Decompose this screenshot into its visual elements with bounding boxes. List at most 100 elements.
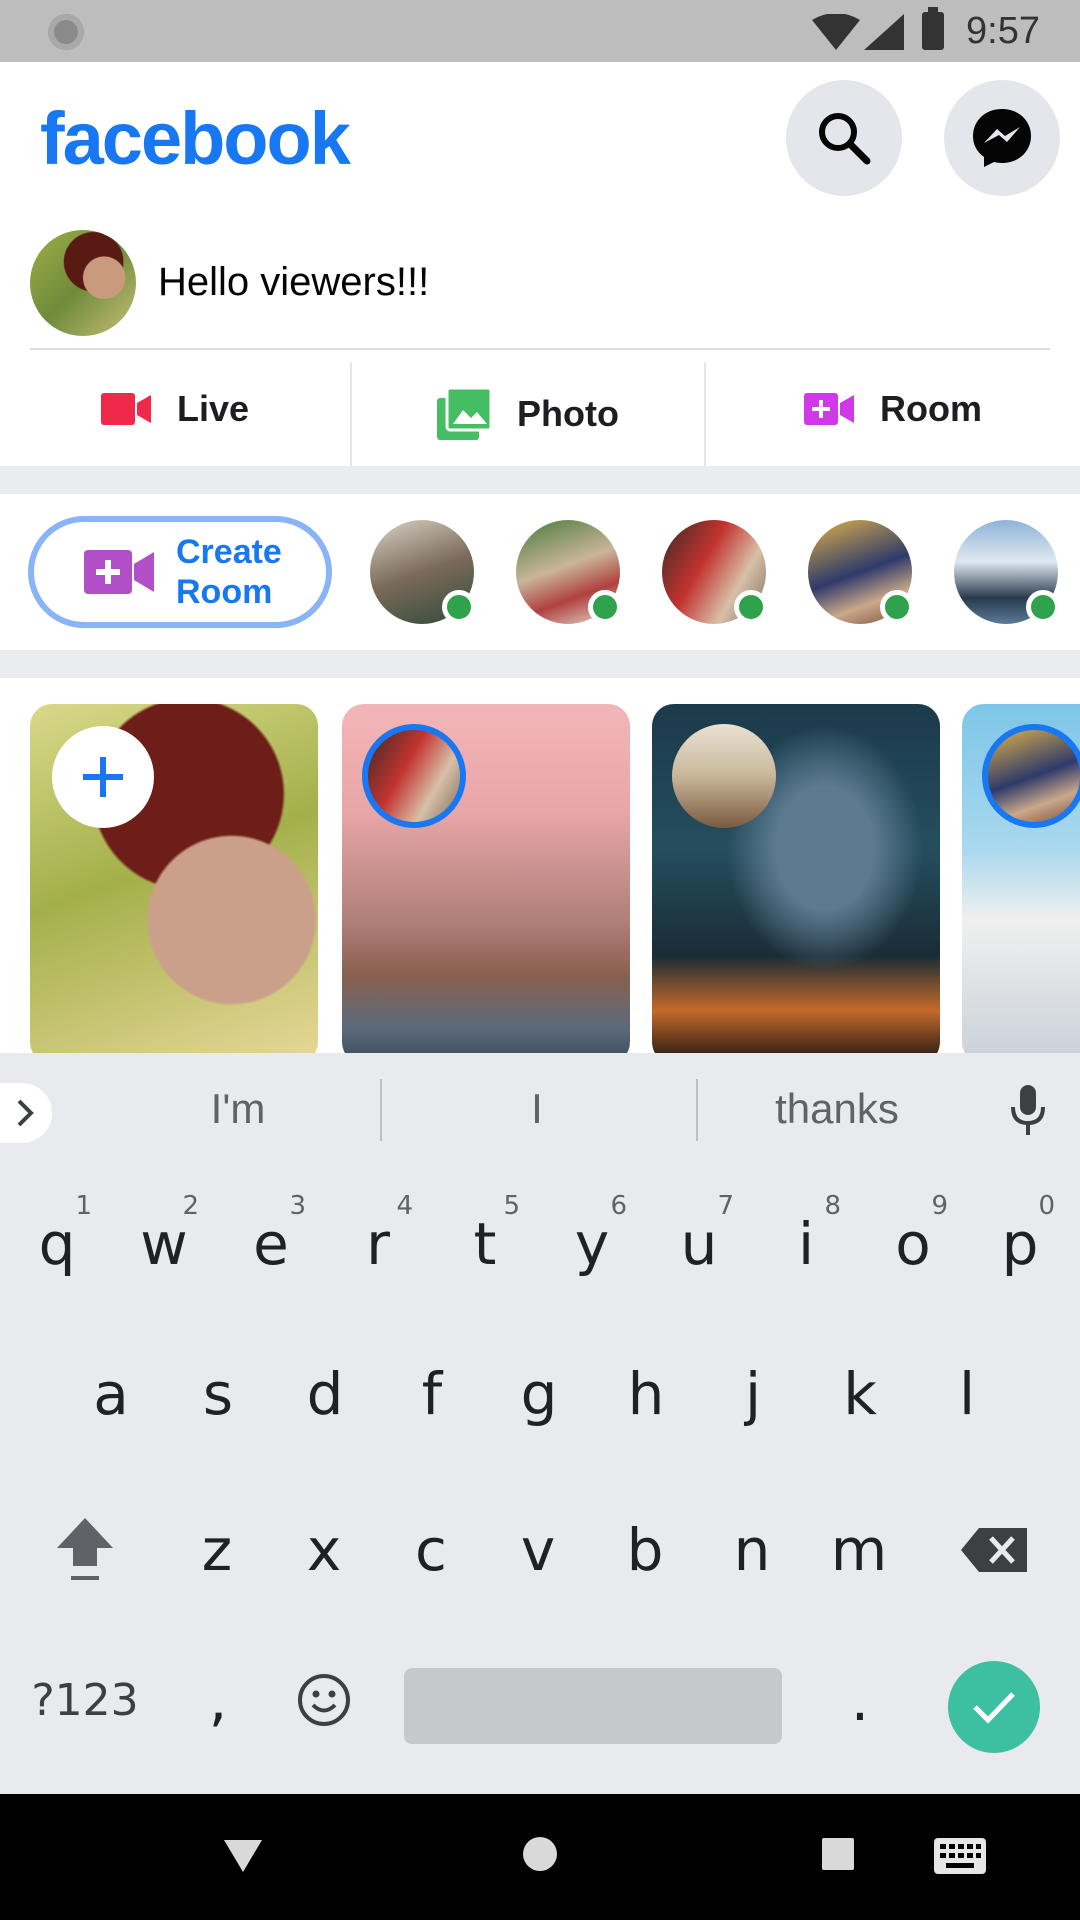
photo-icon — [437, 388, 491, 440]
stories-row — [0, 678, 1080, 1053]
section-separator — [0, 650, 1080, 678]
add-story-button[interactable] — [52, 726, 154, 828]
story-author-avatar — [672, 724, 776, 828]
key-letter: u — [680, 1210, 718, 1278]
key-k[interactable]: k — [807, 1319, 913, 1469]
key-j[interactable]: j — [700, 1319, 806, 1469]
key-g[interactable]: g — [486, 1319, 592, 1469]
post-composer[interactable]: Hello viewers!!! — [0, 212, 1080, 352]
online-indicator — [734, 590, 768, 624]
keyboard-row-2: asdfghjkl — [0, 1319, 1080, 1469]
key-number-hint: 1 — [75, 1191, 92, 1221]
create-room-button[interactable]: Create Room — [28, 516, 332, 628]
symbols-key[interactable]: ?123 — [30, 1625, 140, 1775]
notification-icon — [48, 14, 84, 50]
comma-key[interactable]: , — [166, 1625, 270, 1775]
search-icon — [819, 113, 871, 165]
key-d[interactable]: d — [272, 1319, 378, 1469]
suggestion-1[interactable]: I'm — [160, 1085, 316, 1133]
emoji-key[interactable] — [272, 1625, 376, 1775]
backspace-key[interactable] — [942, 1475, 1048, 1625]
key-v[interactable]: v — [485, 1475, 591, 1625]
suggestion-3[interactable]: thanks — [750, 1085, 924, 1133]
key-r[interactable]: r4 — [325, 1169, 431, 1319]
key-n[interactable]: n — [699, 1475, 805, 1625]
key-x[interactable]: x — [271, 1475, 377, 1625]
room-friend-avatar[interactable] — [662, 520, 768, 624]
checkmark-icon — [973, 1692, 1015, 1724]
key-number-hint: 7 — [717, 1191, 734, 1221]
key-letter: i — [797, 1210, 815, 1278]
key-letter: y — [574, 1210, 610, 1278]
key-t[interactable]: t5 — [432, 1169, 538, 1319]
key-letter: o — [895, 1210, 931, 1278]
divider — [30, 348, 1050, 350]
user-avatar[interactable] — [30, 230, 136, 336]
keyboard-suggestion-bar: I'm I thanks — [0, 1053, 1080, 1169]
room-friend-avatar[interactable] — [808, 520, 914, 624]
cell-signal-icon — [864, 14, 904, 50]
space-key[interactable] — [404, 1668, 782, 1744]
period-key[interactable]: . — [808, 1625, 912, 1775]
key-number-hint: 6 — [610, 1191, 627, 1221]
enter-key[interactable] — [948, 1661, 1040, 1753]
key-c[interactable]: c — [378, 1475, 484, 1625]
key-f[interactable]: f — [379, 1319, 485, 1469]
clock: 9:57 — [966, 10, 1040, 52]
key-w[interactable]: w2 — [111, 1169, 217, 1319]
key-q[interactable]: q1 — [4, 1169, 110, 1319]
facebook-logo: facebook — [40, 97, 351, 180]
story-card[interactable] — [342, 704, 630, 1053]
shift-key[interactable] — [32, 1475, 138, 1625]
video-camera-icon — [100, 393, 151, 425]
room-friend-avatar[interactable] — [954, 520, 1060, 624]
key-y[interactable]: y6 — [539, 1169, 645, 1319]
expand-suggestions-button[interactable] — [0, 1083, 52, 1143]
recents-icon[interactable] — [820, 1836, 856, 1872]
room-video-icon — [804, 393, 854, 425]
key-a[interactable]: a — [58, 1319, 164, 1469]
key-u[interactable]: u7 — [646, 1169, 752, 1319]
live-label: Live — [176, 388, 250, 429]
key-letter: p — [1001, 1210, 1039, 1278]
key-i[interactable]: i8 — [753, 1169, 859, 1319]
emoji-icon — [298, 1674, 350, 1726]
key-z[interactable]: z — [164, 1475, 270, 1625]
home-icon[interactable] — [520, 1834, 560, 1874]
photo-button[interactable]: Photo — [350, 362, 706, 466]
battery-icon — [922, 7, 944, 50]
room-button[interactable]: Room — [706, 352, 1080, 466]
messenger-button[interactable] — [944, 80, 1060, 196]
online-indicator — [588, 590, 622, 624]
system-nav-bar — [0, 1794, 1080, 1920]
story-card[interactable] — [962, 704, 1080, 1053]
key-h[interactable]: h — [593, 1319, 699, 1469]
live-button[interactable]: Live — [0, 352, 350, 466]
divider — [696, 1079, 698, 1141]
story-card[interactable] — [652, 704, 940, 1053]
key-number-hint: 0 — [1038, 1191, 1055, 1221]
key-b[interactable]: b — [592, 1475, 698, 1625]
create-story-card[interactable] — [30, 704, 318, 1053]
room-friend-avatar[interactable] — [516, 520, 622, 624]
back-icon[interactable] — [222, 1836, 264, 1876]
photo-label: Photo — [517, 393, 619, 434]
story-author-avatar — [362, 724, 466, 828]
key-l[interactable]: l — [914, 1319, 1020, 1469]
chevron-right-icon — [17, 1099, 34, 1127]
key-letter: w — [140, 1210, 188, 1278]
key-e[interactable]: e3 — [218, 1169, 324, 1319]
room-friend-avatar[interactable] — [370, 520, 476, 624]
key-p[interactable]: p0 — [967, 1169, 1073, 1319]
keyboard-switch-icon[interactable] — [932, 1836, 988, 1876]
room-label: Room — [880, 388, 982, 429]
create-room-label: Create Room — [176, 533, 282, 611]
key-o[interactable]: o9 — [860, 1169, 966, 1319]
online-indicator — [442, 590, 476, 624]
suggestion-2[interactable]: I — [500, 1085, 574, 1133]
key-s[interactable]: s — [165, 1319, 271, 1469]
search-button[interactable] — [786, 80, 902, 196]
composer-input[interactable]: Hello viewers!!! — [158, 260, 429, 305]
microphone-icon[interactable] — [1008, 1083, 1048, 1139]
key-m[interactable]: m — [806, 1475, 912, 1625]
